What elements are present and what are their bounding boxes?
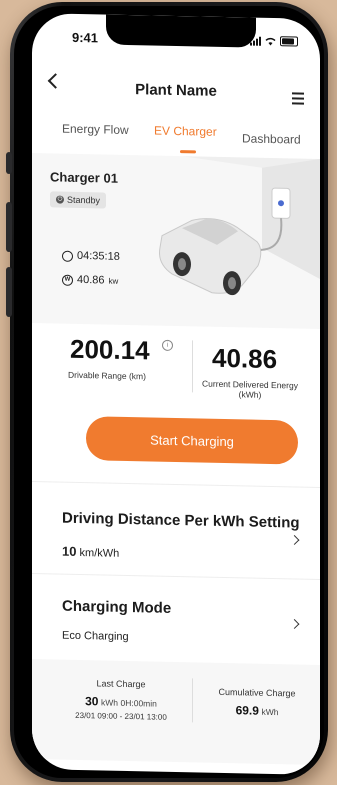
cumulative-charge-unit: kWh (261, 706, 279, 718)
status-time: 9:41 (72, 29, 99, 46)
charging-power: W 40.86 kw (62, 274, 118, 287)
cumulative-charge-values: 69.9 kWh (202, 703, 312, 719)
page-title: Plant Name (135, 81, 217, 100)
delivered-energy-value: 40.86 (212, 342, 278, 375)
status-badge-label: Standby (67, 194, 101, 206)
charging-power-unit: kw (108, 276, 119, 286)
last-charge-unit: kWh (100, 697, 118, 708)
last-charge-duration: 0H:00min (120, 697, 157, 709)
battery-icon (280, 36, 298, 47)
charging-mode-row[interactable]: Charging Mode Eco Charging (32, 573, 320, 659)
charging-mode-value: Eco Charging (62, 629, 129, 644)
cumulative-charge-value: 69.9 (235, 703, 259, 718)
app-screen: 9:41 Plant Name Energy Flow EV Charger D… (32, 12, 320, 776)
active-tab-indicator (180, 150, 196, 154)
charging-duration-value: 04:35:18 (77, 249, 120, 263)
charger-name: Charger 01 (50, 169, 118, 186)
standby-icon: ⏻ (56, 195, 64, 204)
charging-duration: 04:35:18 (62, 250, 120, 263)
delivered-energy-label: Current Delivered Energy (kWh) (194, 378, 306, 400)
tab-bar: Energy Flow EV Charger Dashboard (32, 121, 320, 154)
status-badge: ⏻ Standby (50, 191, 107, 209)
drivable-range-label: Drivable Range (km) (68, 369, 146, 382)
phone-frame: 9:41 Plant Name Energy Flow EV Charger D… (6, 2, 328, 782)
drivable-range-value: 200.14 (70, 333, 150, 366)
cellular-signal-icon (250, 36, 261, 46)
last-charge-label: Last Charge (96, 678, 146, 690)
distance-setting-row[interactable]: Driving Distance Per kWh Setting 10 km/k… (32, 481, 320, 575)
distance-setting-title: Driving Distance Per kWh Setting (62, 509, 300, 532)
charging-mode-title: Charging Mode (62, 597, 172, 617)
volume-up-button (6, 202, 12, 252)
tab-energy-flow[interactable]: Energy Flow (62, 122, 129, 137)
cumulative-charge-label: Cumulative Charge (218, 686, 296, 699)
stats-divider (192, 340, 193, 393)
chevron-right-icon (289, 619, 300, 629)
menu-icon[interactable] (292, 92, 304, 107)
charging-power-value: 40.86 (77, 273, 105, 287)
wifi-icon (265, 37, 276, 45)
clock-icon (62, 250, 73, 262)
last-charge-time-range: 23/01 09:00 - 23/01 13:00 (75, 710, 167, 722)
last-charge-value: 30 (85, 694, 99, 709)
chevron-right-icon (289, 535, 300, 545)
distance-setting-number: 10 (62, 543, 77, 559)
info-icon[interactable]: i (162, 339, 173, 351)
last-charge: Last Charge 30 kWh 0H:00min 23/01 09:00 … (56, 677, 186, 722)
charge-stats: 200.14 i Drivable Range (km) 40.86 Curre… (32, 333, 320, 409)
cumulative-charge: Cumulative Charge 69.9 kWh (202, 687, 312, 719)
last-charge-values: 30 kWh 0H:00min (56, 693, 186, 710)
summary-divider (192, 678, 193, 723)
volume-down-button (6, 267, 12, 317)
notch (106, 14, 256, 48)
power-icon: W (62, 274, 73, 286)
status-icons (250, 36, 298, 47)
charge-summary: Last Charge 30 kWh 0H:00min 23/01 09:00 … (32, 658, 320, 766)
tab-dashboard[interactable]: Dashboard (242, 131, 301, 146)
distance-setting-value: 10 km/kWh (62, 544, 119, 560)
distance-setting-unit: km/kWh (79, 546, 120, 560)
silent-switch (6, 152, 12, 174)
app-header: Plant Name (32, 65, 320, 111)
tab-ev-charger[interactable]: EV Charger (154, 124, 217, 139)
start-charging-button[interactable]: Start Charging (86, 416, 298, 465)
